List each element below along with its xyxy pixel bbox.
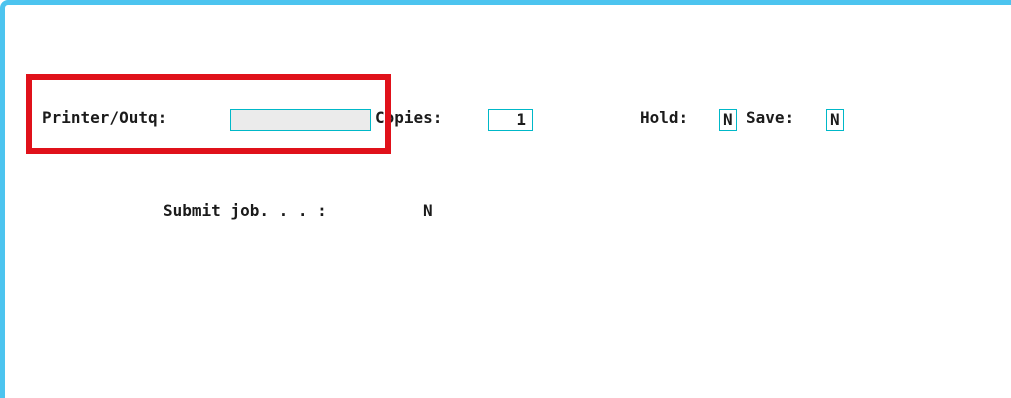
save-field[interactable]: N xyxy=(826,109,844,131)
hold-value: N xyxy=(723,110,733,129)
highlight-annotation xyxy=(26,74,391,154)
submit-job-label: Submit job. . . : xyxy=(163,201,327,220)
hold-field[interactable]: N xyxy=(719,109,737,131)
save-label: Save: xyxy=(746,108,795,127)
copies-value: 1 xyxy=(516,110,526,129)
submit-job-value: N xyxy=(423,201,433,220)
copies-field[interactable]: 1 xyxy=(488,109,533,131)
hold-label: Hold: xyxy=(640,108,689,127)
terminal-window xyxy=(0,0,1011,398)
save-value: N xyxy=(830,110,840,129)
